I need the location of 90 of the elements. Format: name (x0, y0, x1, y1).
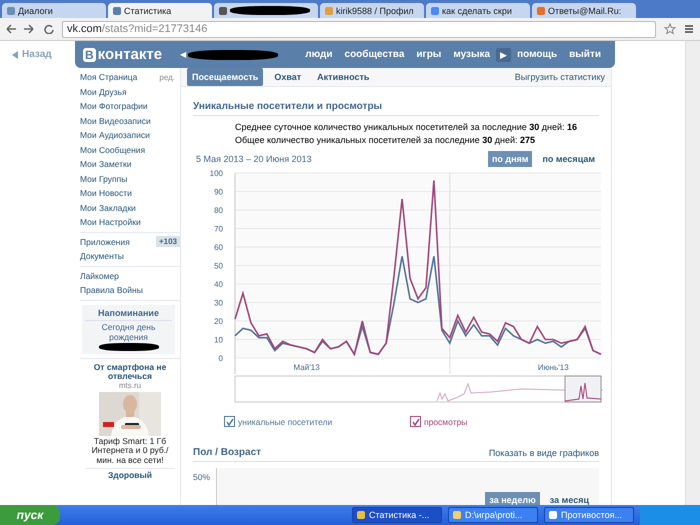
period-toggle[interactable]: по месяцам (538, 151, 599, 167)
y-tick-label: 10 (214, 336, 223, 344)
scrollbar[interactable] (685, 41, 700, 505)
edit-link[interactable]: ред. (159, 72, 180, 82)
address-field[interactable]: vk.com/stats?mid=21773146 (62, 20, 656, 38)
nav-link[interactable]: музыка (447, 49, 496, 60)
legend-checkbox[interactable]: просмотры (410, 416, 596, 427)
y-tick-label: 60 (214, 243, 223, 252)
star-icon[interactable] (664, 23, 676, 35)
sidebar-link[interactable]: Мои Сообщения (80, 144, 146, 155)
count-badge: +103 (156, 236, 180, 248)
x-tick-label: Июнь'13 (538, 363, 569, 372)
reminder-title: Напоминание (85, 308, 172, 320)
y-tick-label: 50% (193, 471, 210, 484)
y-tick-label: 80 (214, 206, 223, 215)
sidebar-link[interactable]: Мои Аудиозаписи (80, 130, 150, 140)
summary-line: Общее количество уникальных посетителей за последние 30 дней: 275 (235, 134, 536, 147)
check-icon (412, 418, 420, 426)
app-icon (453, 511, 461, 519)
app-icon (357, 511, 365, 519)
nav-link[interactable]: сообщества (338, 49, 410, 60)
site-logo[interactable]: В контакте (83, 46, 162, 63)
reminder-text[interactable]: Сегодня день рождения (85, 322, 172, 342)
favicon-icon (113, 6, 121, 14)
more-arrow-button[interactable]: ▶ (496, 48, 512, 62)
date-range: 5 Мая 2013 – 20 Июня 2013 (195, 154, 312, 164)
ad-title[interactable]: От смартфона не отвлечься (85, 362, 175, 382)
sidebar-link[interactable]: Приложения (80, 236, 130, 247)
x-tick-label: Май'13 (294, 363, 320, 372)
favicon-icon (219, 6, 227, 14)
system-tray (640, 505, 700, 525)
y-tick-label: 0 (218, 354, 223, 363)
y-tick-label: 40 (214, 280, 223, 289)
taskbar-button[interactable]: D:\игра\proti... (448, 507, 538, 523)
nav-link[interactable]: люди (299, 49, 339, 60)
check-icon (226, 418, 234, 426)
app-icon (549, 511, 557, 519)
period-toggle[interactable]: за месяц (546, 492, 593, 505)
favicon-icon (431, 6, 439, 14)
ad-title[interactable]: Здоровый (85, 468, 175, 480)
stats-tab[interactable]: Охват (269, 68, 306, 86)
y-tick-label: 100 (210, 169, 223, 178)
legend-checkbox[interactable]: уникальные посетители (224, 416, 410, 427)
ad-domain: mts.ru (118, 382, 142, 391)
chart-view-link[interactable]: Показать в виде графиков (488, 448, 599, 458)
summary-line: Среднее суточное количество уникальных посетителей за последние 30 дней: 16 (235, 121, 578, 134)
sidebar-link[interactable]: Мои Заметки (80, 159, 132, 170)
y-tick-label: 90 (214, 188, 223, 196)
sidebar-link[interactable]: Мои Фотографии (80, 101, 148, 112)
back-forward-icon[interactable] (6, 24, 36, 34)
taskbar-button[interactable]: Статистика -... (352, 507, 442, 523)
sidebar-link[interactable]: Мои Новости (80, 188, 132, 198)
y-tick-label: 20 (214, 317, 223, 326)
sidebar-link[interactable]: Моя Страница (80, 72, 138, 82)
nav-link[interactable]: помощь (511, 49, 564, 60)
start-button[interactable]: пуск (0, 505, 60, 525)
export-link[interactable]: Выгрузить статистику (514, 72, 605, 82)
section-title: Уникальные посетители и просмотры (193, 101, 382, 112)
browser-tab[interactable] (214, 3, 318, 18)
browser-tab[interactable]: Ответы@Mail.Ru: (532, 3, 636, 18)
browser-tab[interactable]: как сделать скри (426, 3, 530, 18)
sidebar-link[interactable]: Мои Настройки (80, 217, 141, 228)
sidebar-link[interactable]: Документы (80, 251, 124, 262)
favicon-icon (537, 6, 545, 14)
reload-icon[interactable] (44, 24, 54, 34)
back-arrow-icon[interactable]: ◀ (180, 50, 186, 59)
taskbar-button[interactable]: Противостоя... (544, 507, 634, 523)
back-arrow-icon (12, 51, 18, 59)
sidebar-link[interactable]: Мои Друзья (80, 86, 127, 97)
sidebar-link[interactable]: Правила Войны (80, 285, 143, 296)
sidebar-link[interactable]: Лайкомер (80, 270, 119, 281)
y-tick-label: 70 (214, 224, 223, 234)
nav-link[interactable]: выйти (563, 49, 607, 60)
sidebar-link[interactable]: Мои Видеозаписи (80, 116, 151, 126)
favicon-icon (325, 6, 333, 14)
stats-tab[interactable]: Активность (312, 68, 374, 86)
nav-link[interactable]: игры (410, 49, 448, 60)
redaction-mark (98, 342, 158, 350)
stats-tab[interactable]: Посещаемость (187, 68, 264, 86)
y-tick-label: 30 (214, 298, 223, 308)
browser-tab[interactable]: Статистика (108, 3, 212, 18)
favicon-icon (7, 6, 15, 14)
menu-icon[interactable] (684, 24, 694, 34)
ad-text: Тариф Smart: 1 Гб Интернета и 0 руб./ мин. на все сети! (90, 436, 170, 466)
section-title: Пол / Возраст (193, 447, 262, 458)
browser-tab[interactable]: kirik9588 / Профил (320, 3, 424, 18)
sidebar-link[interactable]: Мои Группы (80, 174, 128, 184)
browser-tab[interactable]: Диалоги (2, 3, 106, 18)
sidebar-link[interactable]: Мои Закладки (80, 202, 136, 213)
y-tick-label: 50 (214, 262, 223, 270)
